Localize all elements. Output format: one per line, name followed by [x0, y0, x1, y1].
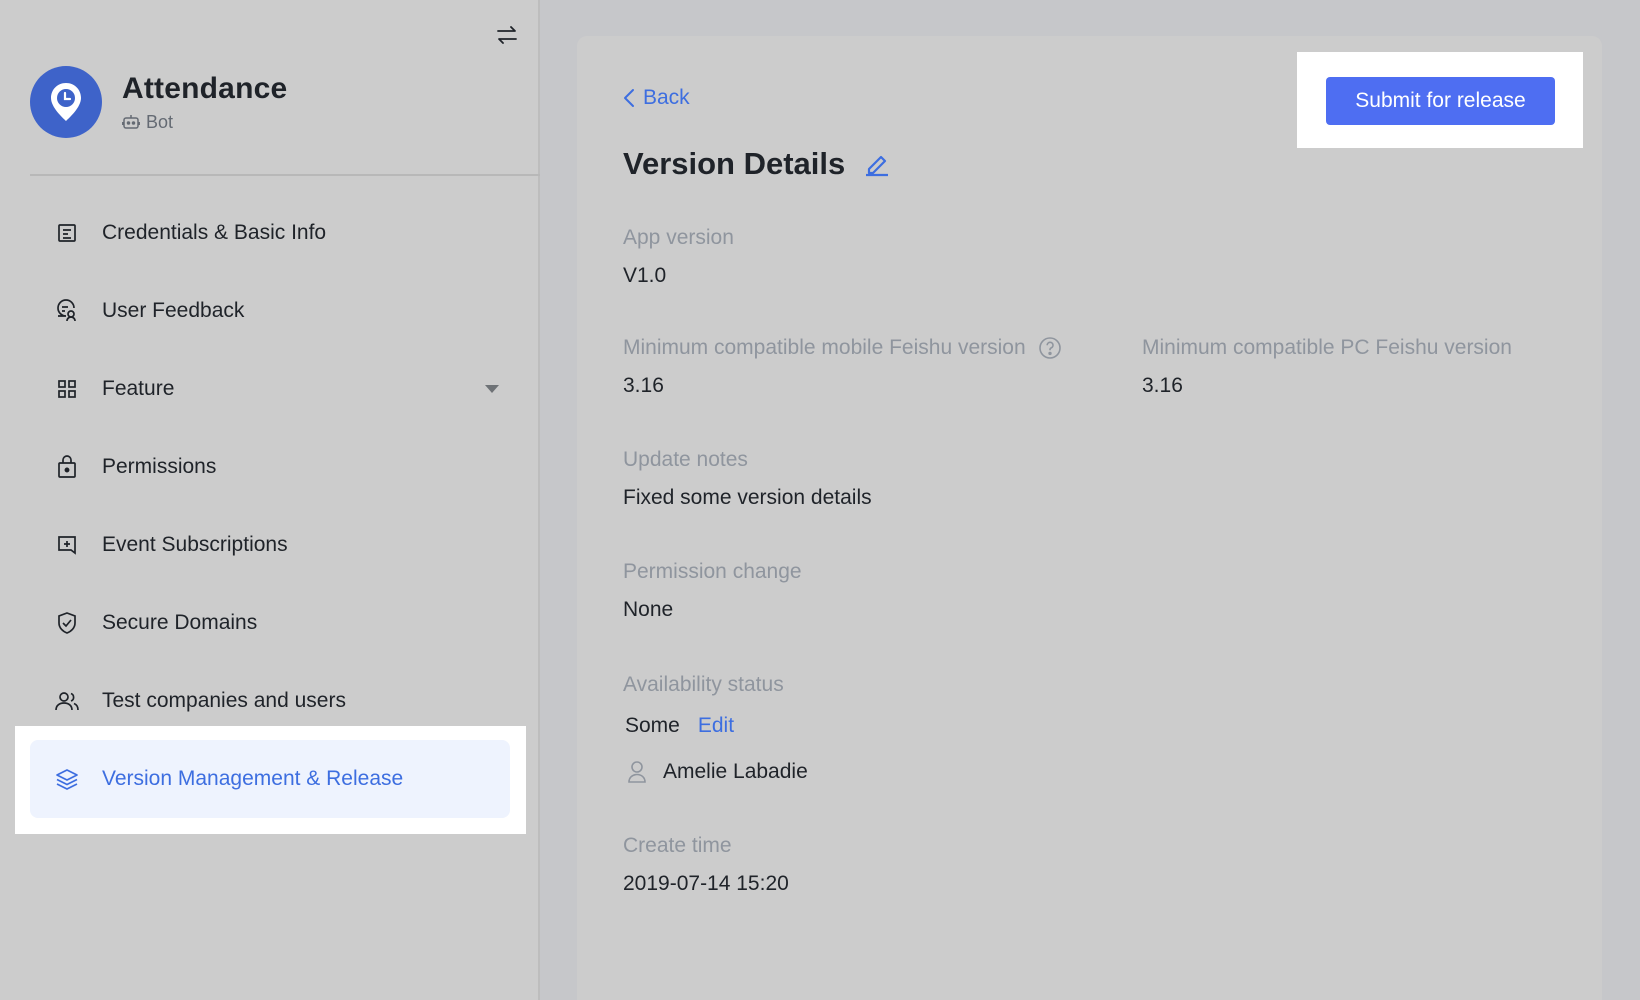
min-mobile-version-value: 3.16 — [623, 374, 664, 397]
sidebar-item-feature[interactable]: Feature — [30, 350, 510, 428]
sidebar-item-label: Permissions — [102, 455, 217, 478]
edit-title-button[interactable] — [863, 150, 891, 183]
permission-change-label: Permission change — [623, 560, 802, 583]
sidebar-item-version-management[interactable]: Version Management & Release — [30, 740, 510, 818]
app-version-value: V1.0 — [623, 264, 667, 287]
bot-icon — [122, 115, 140, 129]
sidebar-item-event-subscriptions[interactable]: Event Subscriptions — [30, 506, 510, 584]
min-mobile-version-label-text: Minimum compatible mobile Feishu version — [623, 336, 1026, 359]
app-type: Bot — [122, 112, 287, 133]
version-details-panel: Back Submit for release Version Details … — [577, 36, 1602, 1000]
sidebar-divider — [30, 174, 540, 176]
submit-highlight: Submit for release — [1297, 52, 1583, 148]
min-pc-version-value: 3.16 — [1142, 374, 1183, 397]
min-mobile-version-label: Minimum compatible mobile Feishu version — [623, 336, 1062, 360]
swap-icon — [497, 26, 517, 44]
chevron-down-icon[interactable] — [484, 384, 500, 394]
sidebar-item-secure-domains[interactable]: Secure Domains — [30, 584, 510, 662]
app-avatar — [30, 66, 102, 138]
shield-icon — [58, 612, 76, 634]
sidebar-item-test-companies[interactable]: Test companies and users — [30, 662, 510, 740]
app-header: Attendance Bot — [30, 66, 287, 138]
sidebar-nav: Credentials & Basic Info User Feedback F… — [30, 194, 510, 818]
user-icon — [628, 761, 646, 783]
availability-status-row: Some Edit — [625, 714, 734, 738]
submit-for-release-button[interactable]: Submit for release — [1326, 77, 1555, 125]
document-icon — [58, 224, 76, 242]
app-type-label: Bot — [146, 111, 174, 132]
app-version-label: App version — [623, 226, 734, 249]
event-icon — [58, 536, 76, 555]
lock-icon — [58, 455, 76, 478]
availability-user: Amelie Labadie — [627, 760, 808, 784]
availability-edit-link[interactable]: Edit — [698, 714, 734, 738]
sidebar-item-label: Event Subscriptions — [102, 533, 288, 556]
create-time-value: 2019-07-14 15:20 — [623, 872, 789, 895]
create-time-label: Create time — [623, 834, 732, 857]
back-label: Back — [643, 86, 690, 109]
help-icon[interactable] — [1038, 336, 1062, 360]
location-clock-icon — [51, 83, 81, 121]
sidebar-item-label: Version Management & Release — [102, 767, 404, 790]
sidebar-item-label: Secure Domains — [102, 611, 258, 634]
sidebar-item-label: Feature — [102, 377, 175, 400]
pencil-icon — [866, 155, 888, 177]
sidebar-item-permissions[interactable]: Permissions — [30, 428, 510, 506]
switch-app-button[interactable] — [492, 20, 522, 50]
chevron-left-icon — [624, 89, 634, 107]
sidebar-item-credentials[interactable]: Credentials & Basic Info — [30, 194, 510, 272]
back-link[interactable]: Back — [623, 86, 690, 110]
app-root: Attendance Bot Credentials & Basic Info — [0, 0, 1640, 1000]
update-notes-label: Update notes — [623, 448, 748, 471]
app-name: Attendance — [122, 71, 288, 105]
layers-icon — [56, 769, 78, 790]
sidebar-item-label: User Feedback — [102, 299, 245, 322]
grid-icon — [58, 380, 76, 398]
availability-status-value: Some — [625, 714, 680, 737]
min-pc-version-label: Minimum compatible PC Feishu version — [1142, 336, 1512, 359]
sidebar-item-label: Credentials & Basic Info — [102, 221, 327, 244]
sidebar: Attendance Bot Credentials & Basic Info — [0, 0, 540, 1000]
permission-change-value: None — [623, 598, 674, 621]
availability-user-name: Amelie Labadie — [663, 760, 808, 783]
availability-status-label: Availability status — [623, 673, 784, 696]
update-notes-value: Fixed some version details — [623, 486, 872, 509]
users-icon — [55, 692, 79, 711]
sidebar-item-label: Test companies and users — [102, 689, 346, 712]
feedback-icon — [57, 299, 76, 322]
sidebar-item-user-feedback[interactable]: User Feedback — [30, 272, 510, 350]
page-title: Version Details — [623, 146, 846, 181]
